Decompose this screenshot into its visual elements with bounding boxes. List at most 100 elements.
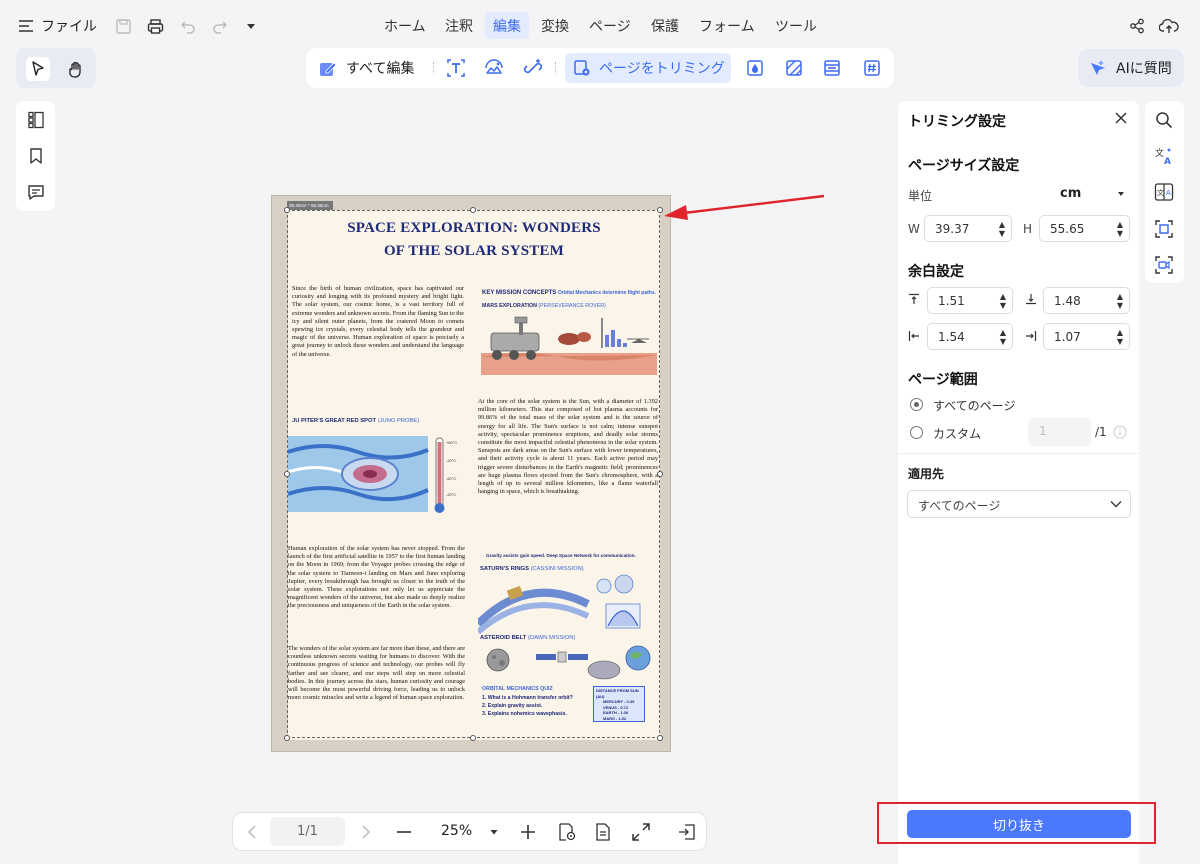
- add-image-icon[interactable]: [483, 57, 505, 79]
- share-icon[interactable]: [1129, 14, 1145, 38]
- stepper-arrows-icon[interactable]: ▲ ▼: [1117, 328, 1123, 346]
- radio-custom[interactable]: [910, 426, 923, 439]
- undo-icon[interactable]: [180, 14, 196, 38]
- stepper-arrows-icon[interactable]: ▲ ▼: [1117, 292, 1123, 310]
- tab-edit[interactable]: 編集: [485, 12, 529, 39]
- screen-record-icon[interactable]: [1153, 254, 1175, 276]
- select-cursor-icon[interactable]: [26, 57, 50, 81]
- tab-annotate[interactable]: 注釈: [437, 12, 481, 39]
- watermark-icon[interactable]: [744, 57, 766, 79]
- crop-handle-bottom-left[interactable]: [284, 735, 290, 741]
- translate-icon[interactable]: 文A: [1153, 145, 1175, 167]
- hand-tool-icon[interactable]: [64, 57, 88, 81]
- prev-page-icon[interactable]: [247, 824, 257, 840]
- right-tool-rail: 文A 文A: [1145, 101, 1184, 283]
- crop-handle-left[interactable]: [284, 471, 290, 477]
- ai-sparkle-icon: [1088, 58, 1108, 78]
- apply-to-select[interactable]: すべてのページ: [907, 490, 1131, 518]
- svg-text:文: 文: [1155, 147, 1164, 159]
- mars-heading: MARS EXPLORATION (PERSEVERANCE ROVER): [482, 303, 606, 309]
- bookmark-icon[interactable]: [25, 145, 47, 167]
- read-mode-icon[interactable]: [557, 823, 577, 841]
- ask-ai-button[interactable]: AIに質問: [1078, 49, 1184, 87]
- header-footer-icon[interactable]: [821, 57, 843, 79]
- annotation-arrow: [662, 192, 826, 224]
- crop-handle-top-left[interactable]: [284, 207, 290, 213]
- zoom-level[interactable]: 25%: [441, 823, 472, 839]
- redo-icon[interactable]: [212, 14, 228, 38]
- next-page-icon[interactable]: [361, 824, 371, 840]
- compare-translate-icon[interactable]: 文A: [1153, 181, 1175, 203]
- custom-page-input[interactable]: 1: [1028, 418, 1091, 446]
- fit-page-icon[interactable]: [632, 823, 650, 841]
- chevron-down-icon: [1117, 190, 1125, 198]
- info-icon[interactable]: [1113, 425, 1127, 439]
- margin-top-input[interactable]: 1.51 ▲ ▼: [927, 287, 1013, 314]
- screenshot-crop-icon[interactable]: [1153, 218, 1175, 240]
- close-icon[interactable]: [1114, 111, 1128, 125]
- zoom-dropdown-icon[interactable]: [490, 828, 498, 836]
- save-icon[interactable]: [115, 14, 132, 38]
- stepper-arrows-icon[interactable]: ▲ ▼: [999, 220, 1005, 238]
- margin-left-input[interactable]: 1.54 ▲ ▼: [927, 323, 1013, 350]
- stepper-arrows-icon[interactable]: ▲ ▼: [1000, 328, 1006, 346]
- tab-form[interactable]: フォーム: [691, 12, 763, 39]
- radio-all-pages[interactable]: [910, 398, 923, 411]
- edit-all-button[interactable]: すべて編集: [318, 57, 414, 79]
- margin-bottom-icon: [1025, 293, 1037, 305]
- crop-handle-bottom-right[interactable]: [657, 735, 663, 741]
- margin-left-value: 1.54: [938, 329, 965, 344]
- add-link-icon[interactable]: [522, 57, 544, 79]
- add-text-icon[interactable]: [445, 57, 467, 79]
- search-icon[interactable]: [1153, 109, 1175, 131]
- thumbnails-icon[interactable]: [25, 109, 47, 131]
- zoom-in-icon[interactable]: [520, 824, 536, 840]
- bates-number-icon[interactable]: [861, 57, 883, 79]
- file-menu[interactable]: ファイル: [18, 14, 97, 38]
- tab-home[interactable]: ホーム: [376, 12, 434, 39]
- distance-table: DISTANCE FROM SUN (AU) MERCURY - 0.39 VE…: [593, 686, 645, 722]
- custom-total-label: /1: [1095, 425, 1107, 439]
- trim-settings-panel: トリミング設定 ページサイズ設定 単位 cm W 39.37 ▲ ▼ H 55.6…: [898, 101, 1139, 864]
- exit-fullscreen-icon[interactable]: [678, 823, 696, 841]
- stepper-arrows-icon[interactable]: ▲ ▼: [1000, 292, 1006, 310]
- tab-protect[interactable]: 保護: [643, 12, 687, 39]
- crop-handle-right[interactable]: [657, 471, 663, 477]
- page-number-input[interactable]: 1/1: [270, 817, 345, 846]
- comment-icon[interactable]: [25, 181, 47, 203]
- quick-access-dropdown-icon[interactable]: [246, 14, 256, 38]
- toolbar-divider: [555, 62, 556, 74]
- asteroid-heading: ASTEROID BELT (DAWN MISSION): [480, 635, 576, 641]
- saturn-rings-illustration: [478, 574, 658, 634]
- margin-bottom-value: 1.48: [1054, 293, 1081, 308]
- svg-text:-20°C: -20°C: [446, 458, 456, 463]
- tab-page[interactable]: ページ: [581, 12, 639, 39]
- saturn-heading: SATURN'S RINGS (CASSINI MISSION): [480, 566, 584, 572]
- unit-select[interactable]: cm: [1050, 185, 1130, 205]
- tab-convert[interactable]: 変換: [533, 12, 577, 39]
- trim-page-button[interactable]: ページをトリミング: [565, 53, 731, 83]
- svg-text:-20°C: -20°C: [446, 492, 456, 497]
- height-input[interactable]: 55.65 ▲ ▼: [1039, 215, 1130, 242]
- doc-title-line2: OF THE SOLAR SYSTEM: [383, 243, 565, 259]
- gravity-note: Gravity assists gain speed. Deep Space N…: [486, 553, 636, 558]
- cloud-upload-icon[interactable]: [1159, 14, 1179, 38]
- unit-value: cm: [1060, 186, 1082, 201]
- distance-row: MARS - 1.52: [603, 715, 627, 721]
- margin-bottom-input[interactable]: 1.48 ▲ ▼: [1043, 287, 1130, 314]
- margin-right-input[interactable]: 1.07 ▲ ▼: [1043, 323, 1130, 350]
- width-input[interactable]: 39.37 ▲ ▼: [924, 215, 1012, 242]
- background-icon[interactable]: [783, 57, 805, 79]
- paragraph-intro: Since the birth of human civilization, s…: [292, 285, 464, 358]
- crop-handle-top[interactable]: [470, 207, 476, 213]
- print-icon[interactable]: [147, 14, 164, 38]
- tab-tools[interactable]: ツール: [767, 12, 825, 39]
- page-size-heading: ページサイズ設定: [908, 158, 1020, 174]
- page-layout-icon[interactable]: [595, 823, 611, 841]
- toolbar-divider: [433, 62, 434, 74]
- document-page[interactable]: SPACE EXPLORATION: WONDERS OF THE SOLAR …: [271, 195, 671, 752]
- stepper-arrows-icon[interactable]: ▲ ▼: [1117, 220, 1123, 238]
- zoom-out-icon[interactable]: [396, 824, 412, 840]
- crop-handle-bottom[interactable]: [470, 735, 476, 741]
- svg-text:A: A: [1166, 189, 1171, 197]
